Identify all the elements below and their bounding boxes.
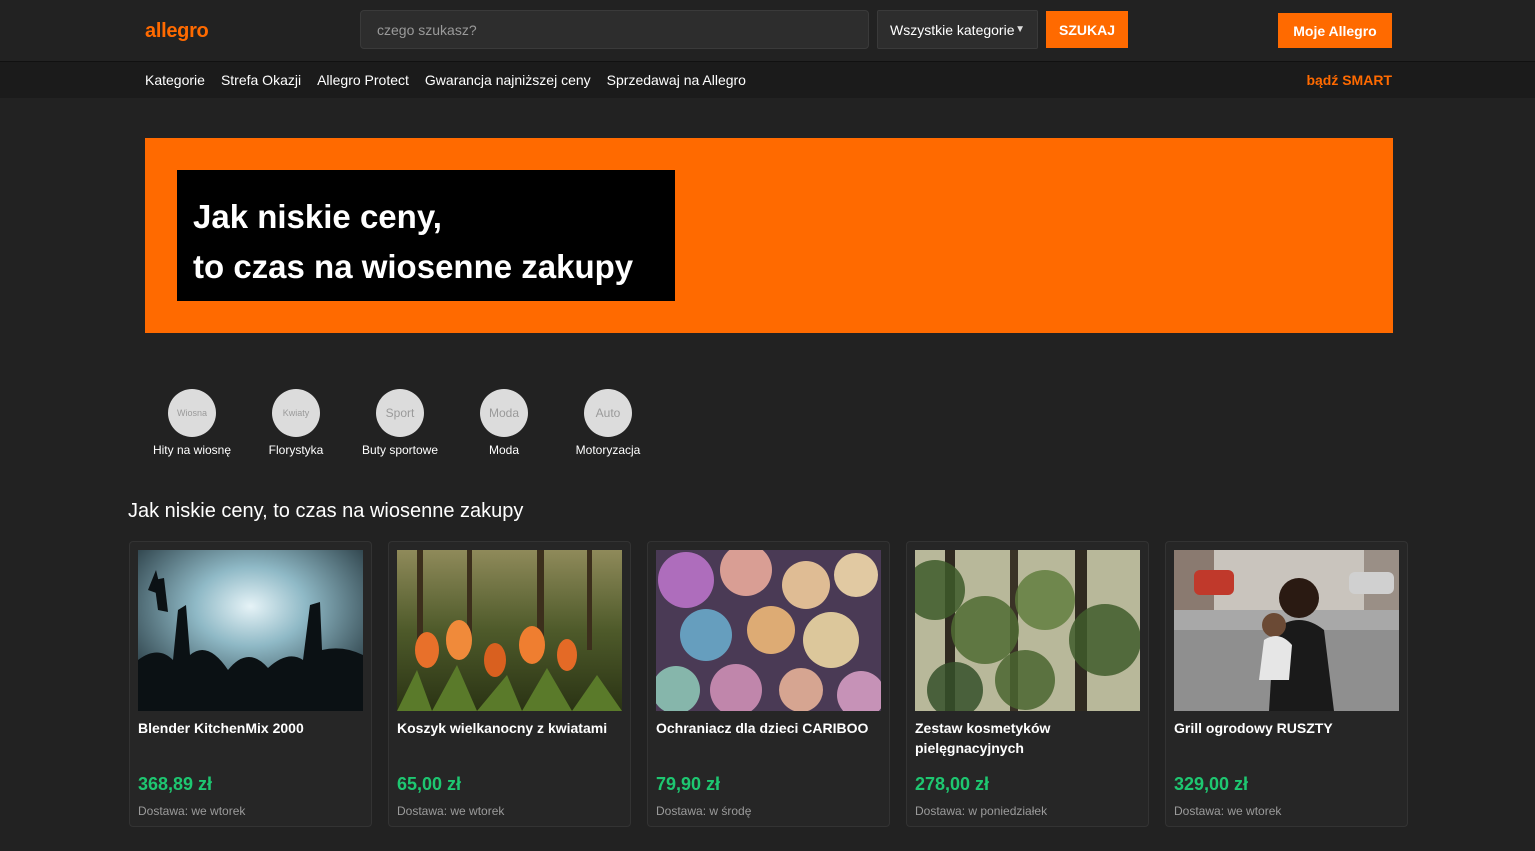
product-image-forest[interactable] (915, 550, 1140, 711)
nav-link-categories[interactable]: Kategorie (145, 72, 205, 88)
product-price: 368,89 zł (138, 774, 213, 794)
product-title[interactable]: Blender KitchenMix 2000 (138, 718, 363, 738)
mother-child-street-photo (1174, 550, 1399, 711)
top-bar: allegro Wszystkie kategorie ▼ SZUKAJ Moj… (0, 0, 1535, 62)
nav-link-sell-on-allegro[interactable]: Sprzedawaj na Allegro (607, 72, 746, 88)
product-delivery: Dostawa: we wtorek (397, 804, 505, 818)
banner-headline-box: Jak niskie ceny, to czas na wiosenne zak… (177, 170, 675, 301)
category-sport-shoes[interactable]: Sport Buty sportowe (348, 389, 452, 457)
product-title[interactable]: Zestaw kosmetyków pielęgnacyjnych (915, 718, 1140, 758)
category-icon: Kwiaty (272, 389, 320, 437)
category-shortcuts: Wiosna Hity na wiosnę Kwiaty Florystyka … (140, 389, 660, 457)
product-title[interactable]: Koszyk wielkanocny z kwiatami (397, 718, 622, 738)
product-price: 329,00 zł (1174, 774, 1249, 794)
product-card[interactable]: Grill ogrodowy RUSZTY 329,00 zł Dostawa:… (1165, 541, 1408, 827)
allegro-logo[interactable]: allegro (145, 20, 209, 43)
product-title[interactable]: Grill ogrodowy RUSZTY (1174, 718, 1399, 738)
product-price: 278,00 zł (915, 774, 990, 794)
category-fashion[interactable]: Moda Moda (452, 389, 556, 457)
category-label: Buty sportowe (361, 443, 439, 457)
category-label: Hity na wiosnę (152, 443, 232, 457)
category-icon: Wiosna (168, 389, 216, 437)
product-image-tulips[interactable] (397, 550, 622, 711)
forest-photo (915, 550, 1140, 711)
nav-link-lowest-price-guarantee[interactable]: Gwarancja najniższej ceny (425, 72, 591, 88)
search-input[interactable] (360, 10, 869, 49)
nav-link-allegro-protect[interactable]: Allegro Protect (317, 72, 409, 88)
category-icon: Moda (480, 389, 528, 437)
category-automotive[interactable]: Auto Motoryzacja (556, 389, 660, 457)
product-card[interactable]: Blender KitchenMix 2000 368,89 zł Dostaw… (129, 541, 372, 827)
category-icon: Sport (376, 389, 424, 437)
product-card[interactable]: Zestaw kosmetyków pielęgnacyjnych 278,00… (906, 541, 1149, 827)
product-delivery: Dostawa: we wtorek (138, 804, 246, 818)
promo-banner[interactable]: Jak niskie ceny, to czas na wiosenne zak… (145, 138, 1393, 333)
tulips-photo (397, 550, 622, 711)
category-select-value: Wszystkie kategorie (890, 21, 1015, 38)
bokeh-lights-photo (656, 550, 881, 711)
product-image-bokeh[interactable] (656, 550, 881, 711)
section-title: Jak niskie ceny, to czas na wiosenne zak… (128, 500, 524, 522)
product-price: 79,90 zł (656, 774, 721, 794)
product-delivery: Dostawa: w środę (656, 804, 752, 818)
category-label: Moda (488, 443, 520, 457)
product-image-concert[interactable] (138, 550, 363, 711)
product-price: 65,00 zł (397, 774, 462, 794)
smart-link[interactable]: bądź SMART (1306, 72, 1392, 88)
category-floristry[interactable]: Kwiaty Florystyka (244, 389, 348, 457)
category-icon: Auto (584, 389, 632, 437)
category-spring-hits[interactable]: Wiosna Hity na wiosnę (140, 389, 244, 457)
search-button[interactable]: SZUKAJ (1046, 11, 1128, 48)
my-allegro-button[interactable]: Moje Allegro (1278, 13, 1392, 48)
concert-crowd-photo (138, 550, 363, 711)
banner-headline-line2: to czas na wiosenne zakupy (193, 248, 634, 285)
product-title[interactable]: Ochraniacz dla dzieci CARIBOO (656, 718, 881, 738)
banner-headline-line1: Jak niskie ceny, (193, 198, 442, 235)
product-card[interactable]: Ochraniacz dla dzieci CARIBOO 79,90 zł D… (647, 541, 890, 827)
main-nav: Kategorie Strefa Okazji Allegro Protect … (0, 62, 1535, 98)
nav-link-deals-zone[interactable]: Strefa Okazji (221, 72, 301, 88)
product-delivery: Dostawa: w poniedziałek (915, 804, 1048, 818)
product-list: Blender KitchenMix 2000 368,89 zł Dostaw… (129, 541, 1408, 827)
product-image-mother-child[interactable] (1174, 550, 1399, 711)
category-label: Florystyka (268, 443, 324, 457)
chevron-down-icon: ▼ (1015, 24, 1025, 35)
product-card[interactable]: Koszyk wielkanocny z kwiatami 65,00 zł D… (388, 541, 631, 827)
category-label: Motoryzacja (575, 443, 641, 457)
category-select[interactable]: Wszystkie kategorie ▼ (877, 10, 1038, 49)
product-delivery: Dostawa: we wtorek (1174, 804, 1282, 818)
